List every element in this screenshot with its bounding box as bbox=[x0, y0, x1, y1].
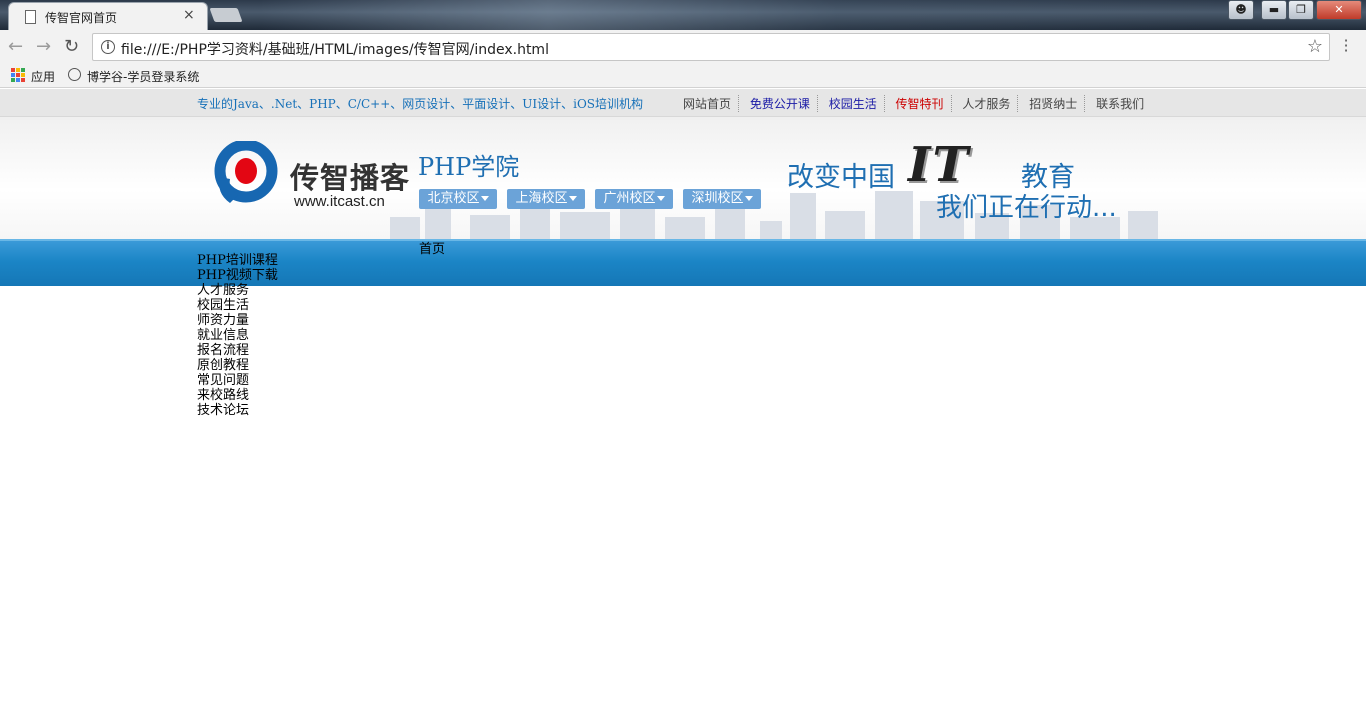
browser-tab[interactable]: 传智官网首页 × bbox=[8, 2, 208, 30]
web-page: 专业的Java、.Net、PHP、C/C++、网页设计、平面设计、UI设计、iO… bbox=[0, 89, 1366, 728]
slogan-it: IT bbox=[908, 137, 971, 193]
close-window-button[interactable]: ✕ bbox=[1316, 0, 1362, 20]
browser-titlebar: 传智官网首页 × ☻ ▬ ❐ ✕ bbox=[0, 0, 1366, 30]
topbar-link-talent[interactable]: 人才服务 bbox=[955, 95, 1019, 112]
nav-item-home[interactable]: 首页 bbox=[419, 238, 445, 257]
site-globe-icon bbox=[68, 68, 81, 81]
browser-toolbar: ← → ↻ i file:///E:/PHP学习资料/基础班/HTML/imag… bbox=[0, 30, 1366, 64]
back-arrow-icon[interactable]: ← bbox=[8, 36, 23, 57]
nav-item-campus-life[interactable]: 校园生活 bbox=[197, 298, 278, 313]
nav-item-php-videos[interactable]: PHP视频下载 bbox=[197, 268, 278, 283]
new-tab-button[interactable] bbox=[209, 8, 243, 22]
site-topbar: 专业的Java、.Net、PHP、C/C++、网页设计、平面设计、UI设计、iO… bbox=[0, 89, 1366, 117]
topbar-link-special[interactable]: 传智特刊 bbox=[889, 95, 952, 112]
bookmarks-bar: 应用 博学谷-学员登录系统 bbox=[0, 64, 1366, 88]
nav-item-talent-service[interactable]: 人才服务 bbox=[197, 283, 278, 298]
campus-beijing-button[interactable]: 北京校区 bbox=[419, 189, 497, 209]
dropdown-caret-icon bbox=[744, 196, 753, 201]
campus-shenzhen-button[interactable]: 深圳校区 bbox=[683, 189, 761, 209]
nav-item-enrollment[interactable]: 报名流程 bbox=[197, 343, 278, 358]
tab-close-icon[interactable]: × bbox=[183, 7, 195, 23]
nav-item-directions[interactable]: 来校路线 bbox=[197, 388, 278, 403]
slogan-change-china: 改变中国 bbox=[787, 162, 895, 193]
topbar-link-jobs[interactable]: 招贤纳士 bbox=[1022, 95, 1086, 112]
logo-text-en: www.itcast.cn bbox=[294, 193, 385, 210]
campus-label: 北京校区 bbox=[427, 191, 480, 206]
campus-guangzhou-button[interactable]: 广州校区 bbox=[595, 189, 673, 209]
dropdown-caret-icon bbox=[656, 196, 665, 201]
campus-shanghai-button[interactable]: 上海校区 bbox=[507, 189, 585, 209]
topbar-link-campus-life[interactable]: 校园生活 bbox=[822, 95, 885, 112]
itcast-logo[interactable]: 传智播客 www.itcast.cn bbox=[206, 141, 411, 217]
bookmark-apps[interactable]: 应用 bbox=[31, 68, 55, 85]
address-bar[interactable]: i file:///E:/PHP学习资料/基础班/HTML/images/传智官… bbox=[92, 33, 1330, 61]
nav-item-tutorials[interactable]: 原创教程 bbox=[197, 358, 278, 373]
apps-grid-icon[interactable] bbox=[11, 68, 25, 82]
slogan-in-action: 我们正在行动... bbox=[936, 193, 1117, 223]
campus-label: 广州校区 bbox=[603, 191, 656, 206]
campus-label: 深圳校区 bbox=[691, 191, 744, 206]
restore-button[interactable]: ❐ bbox=[1288, 0, 1314, 20]
campus-label: 上海校区 bbox=[515, 191, 568, 206]
topbar-link-contact[interactable]: 联系我们 bbox=[1089, 95, 1151, 112]
main-nav-list: PHP培训课程 PHP视频下载 人才服务 校园生活 师资力量 就业信息 报名流程… bbox=[197, 253, 278, 418]
nav-item-php-courses[interactable]: PHP培训课程 bbox=[197, 253, 278, 268]
bookmark-star-icon[interactable]: ☆ bbox=[1307, 36, 1323, 57]
dropdown-caret-icon bbox=[568, 196, 577, 201]
tab-title: 传智官网首页 bbox=[45, 11, 118, 25]
forward-arrow-icon[interactable]: → bbox=[36, 36, 51, 57]
site-header: 传智播客 www.itcast.cn PHP学院 北京校区 上海校区 广州校区 深圳校… bbox=[0, 117, 1366, 239]
college-title: PHP学院 bbox=[418, 153, 520, 181]
topbar-link-open-class[interactable]: 免费公开课 bbox=[743, 95, 818, 112]
nav-item-forum[interactable]: 技术论坛 bbox=[197, 403, 278, 418]
url-text[interactable]: file:///E:/PHP学习资料/基础班/HTML/images/传智官网/… bbox=[121, 39, 549, 59]
topbar-link-home[interactable]: 网站首页 bbox=[676, 95, 740, 112]
user-profile-button[interactable]: ☻ bbox=[1228, 0, 1254, 20]
topbar-links: 网站首页 免费公开课 校园生活 传智特刊 人才服务 招贤纳士 联系我们 bbox=[676, 95, 1151, 112]
topbar-tagline[interactable]: 专业的Java、.Net、PHP、C/C++、网页设计、平面设计、UI设计、iO… bbox=[197, 95, 643, 112]
logo-text-cn: 传智播客 bbox=[290, 161, 411, 195]
minimize-button[interactable]: ▬ bbox=[1261, 0, 1287, 20]
reload-icon[interactable]: ↻ bbox=[64, 36, 79, 57]
nav-item-employment[interactable]: 就业信息 bbox=[197, 328, 278, 343]
bookmark-boxuegu[interactable]: 博学谷-学员登录系统 bbox=[87, 68, 199, 85]
info-icon[interactable]: i bbox=[101, 40, 115, 54]
page-icon bbox=[25, 10, 36, 24]
nav-item-teachers[interactable]: 师资力量 bbox=[197, 313, 278, 328]
campus-selector-row: 北京校区 上海校区 广州校区 深圳校区 bbox=[419, 187, 771, 209]
dropdown-caret-icon bbox=[480, 196, 489, 201]
nav-item-faq[interactable]: 常见问题 bbox=[197, 373, 278, 388]
itcast-logo-mark-icon bbox=[214, 141, 278, 203]
browser-menu-icon[interactable]: · · · bbox=[1342, 33, 1350, 59]
